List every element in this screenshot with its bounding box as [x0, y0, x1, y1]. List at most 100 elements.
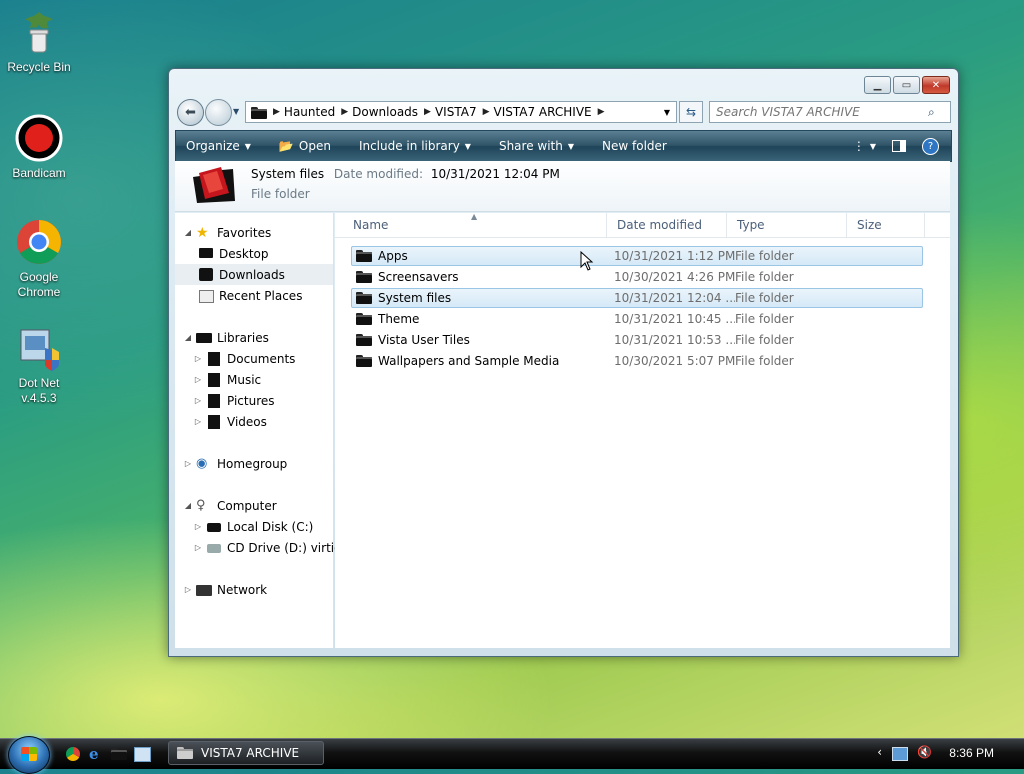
computer-icon: ♀ — [196, 497, 206, 513]
expand-arrow-icon[interactable]: ▷ — [193, 417, 203, 426]
quick-launch-chrome-icon[interactable] — [66, 747, 80, 761]
file-row[interactable]: System files 10/31/2021 12:04 ... File f… — [351, 288, 923, 308]
nav-downloads[interactable]: Downloads — [175, 264, 333, 285]
taskbar-button-vista7-archive[interactable]: VISTA7 ARCHIVE — [168, 741, 324, 765]
include-in-library-button[interactable]: Include in library ▼ — [345, 139, 485, 153]
dot-net-installer-icon — [15, 324, 63, 372]
column-size-label: Size — [857, 218, 882, 232]
collapse-arrow-icon[interactable]: ◢ — [183, 501, 193, 510]
expand-arrow-icon[interactable]: ▷ — [183, 585, 193, 594]
column-header-type[interactable]: Type — [727, 213, 847, 237]
desktop-icon-bandicam[interactable]: Bandicam — [0, 114, 78, 181]
network-icon — [196, 583, 212, 597]
system-clock[interactable]: 8:36 PM — [949, 746, 994, 760]
expand-arrow-icon[interactable]: ▷ — [193, 543, 203, 552]
chrome-icon — [15, 218, 63, 266]
new-folder-button[interactable]: New folder — [588, 139, 681, 153]
preview-pane-button[interactable] — [882, 140, 916, 152]
sort-up-icon: ▲ — [471, 212, 478, 221]
desktop-icon-label: Bandicam — [12, 166, 66, 180]
nav-music[interactable]: ▷ Music — [193, 369, 261, 390]
nav-cd-drive[interactable]: ▷ CD Drive (D:) virtio-w — [193, 537, 356, 558]
column-header-name[interactable]: Name ▲ — [343, 212, 607, 237]
breadcrumb-separator[interactable]: ▶ — [273, 107, 280, 117]
expand-arrow-icon[interactable]: ▷ — [193, 375, 203, 384]
change-view-button[interactable]: ⋮ ▼ — [847, 139, 882, 153]
nav-videos[interactable]: ▷ Videos — [193, 411, 267, 432]
start-button[interactable] — [8, 736, 50, 774]
breadcrumb-separator[interactable]: ▶ — [424, 107, 431, 117]
details-folder-type: File folder — [251, 187, 310, 201]
file-row[interactable]: Screensavers 10/30/2021 4:26 PM File fol… — [351, 267, 923, 287]
command-bar: Organize ▼ 📂 Open Include in library ▼ S… — [175, 130, 952, 162]
column-header-size[interactable]: Size — [847, 213, 925, 237]
address-bar[interactable]: ▶ Haunted ▶ Downloads ▶ VISTA7 ▶ VISTA7 … — [245, 101, 677, 123]
refresh-button[interactable]: ⇆ — [679, 101, 703, 123]
nav-favorites[interactable]: ◢ ★ Favorites — [183, 222, 271, 243]
breadcrumb-separator[interactable]: ▶ — [598, 107, 605, 117]
nav-desktop[interactable]: Desktop — [195, 243, 269, 264]
address-dropdown-icon[interactable]: ▼ — [664, 108, 670, 117]
file-row[interactable]: Apps 10/31/2021 1:12 PM File folder — [351, 246, 923, 266]
desktop-icon-recycle-bin[interactable]: Recycle Bin — [0, 8, 78, 75]
expand-arrow-icon[interactable]: ▷ — [193, 522, 203, 531]
breadcrumb-haunted[interactable]: Haunted — [280, 105, 341, 119]
back-button[interactable]: ⬅ — [177, 99, 204, 126]
breadcrumb-separator[interactable]: ▶ — [341, 107, 348, 117]
breadcrumb-downloads[interactable]: Downloads — [348, 105, 424, 119]
close-button[interactable]: ✕ — [922, 76, 950, 94]
desktop-icon-google-chrome[interactable]: Google Chrome — [0, 218, 78, 300]
column-headers: Name ▲ Date modified Type Size — [335, 212, 950, 238]
expand-arrow-icon[interactable]: ▷ — [183, 459, 193, 468]
open-label: Open — [298, 139, 331, 153]
collapse-arrow-icon[interactable]: ◢ — [183, 333, 193, 342]
forward-button[interactable] — [205, 99, 232, 126]
nav-recent-places[interactable]: Recent Places — [195, 285, 302, 306]
expand-arrow-icon[interactable]: ▷ — [193, 354, 203, 363]
recent-pages-dropdown[interactable]: ▼ — [233, 107, 239, 116]
nav-homegroup[interactable]: ▷ ◉ Homegroup — [183, 453, 287, 474]
desktop-icon-dot-net[interactable]: Dot Net v.4.5.3 — [0, 324, 78, 406]
quick-launch-show-desktop-icon[interactable] — [134, 747, 151, 762]
file-type: File folder — [735, 354, 794, 368]
nav-computer[interactable]: ◢ ♀ Computer — [183, 495, 277, 516]
search-box[interactable]: ⌕ — [709, 101, 951, 123]
file-row[interactable]: Theme 10/31/2021 10:45 ... File folder — [351, 309, 923, 329]
quick-launch-internet-explorer-icon[interactable]: e — [89, 745, 99, 763]
taskbar: e VISTA7 ARCHIVE ‹ 🔇 8:36 PM — [0, 736, 1024, 774]
column-header-date-modified[interactable]: Date modified — [607, 213, 727, 237]
nav-local-disk[interactable]: ▷ Local Disk (C:) — [193, 516, 313, 537]
breadcrumb-separator[interactable]: ▶ — [483, 107, 490, 117]
file-date: 10/30/2021 4:26 PM — [614, 270, 735, 284]
nav-label: Network — [217, 582, 268, 597]
chevron-down-icon: ▼ — [869, 141, 876, 151]
nav-libraries[interactable]: ◢ Libraries — [183, 327, 269, 348]
search-input[interactable] — [710, 104, 928, 120]
share-with-button[interactable]: Share with ▼ — [485, 139, 588, 153]
help-button[interactable]: ? — [916, 137, 951, 155]
nav-documents[interactable]: ▷ Documents — [193, 348, 295, 369]
nav-pictures[interactable]: ▷ Pictures — [193, 390, 275, 411]
organize-button[interactable]: Organize ▼ — [176, 139, 265, 153]
show-hidden-icons-button[interactable]: ‹ — [877, 745, 882, 759]
column-name-label: Name — [353, 218, 389, 232]
open-button[interactable]: 📂 Open — [265, 139, 345, 153]
collapse-arrow-icon[interactable]: ◢ — [183, 228, 193, 237]
volume-muted-icon[interactable]: 🔇 — [917, 745, 932, 759]
expand-arrow-icon[interactable]: ▷ — [193, 396, 203, 405]
file-type: File folder — [735, 312, 794, 326]
file-row[interactable]: Vista User Tiles 10/31/2021 10:53 ... Fi… — [351, 330, 923, 350]
search-icon[interactable]: ⌕ — [928, 105, 935, 120]
file-row[interactable]: Wallpapers and Sample Media 10/30/2021 5… — [351, 351, 923, 371]
column-date-label: Date modified — [617, 218, 703, 232]
nav-label: Videos — [227, 414, 267, 429]
folder-icon — [356, 271, 372, 283]
maximize-button[interactable]: ▭ — [893, 76, 920, 94]
nav-network[interactable]: ▷ Network — [183, 579, 267, 600]
nav-label: Desktop — [219, 246, 269, 261]
quick-launch-explorer-icon[interactable] — [111, 748, 127, 763]
network-tray-icon[interactable] — [892, 747, 908, 761]
breadcrumb-vista7[interactable]: VISTA7 — [431, 105, 483, 119]
minimize-button[interactable]: ▁ — [864, 76, 891, 94]
breadcrumb-vista7-archive[interactable]: VISTA7 ARCHIVE — [490, 105, 598, 119]
